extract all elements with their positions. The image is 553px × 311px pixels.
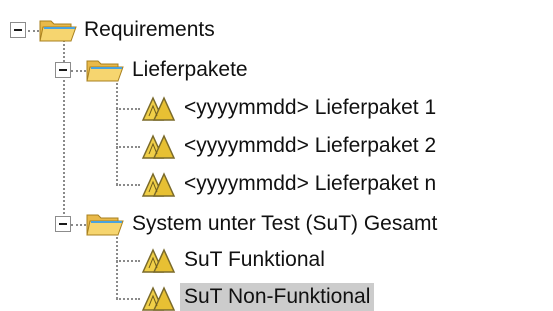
tree-connector: [116, 298, 140, 300]
tree-node-label: Lieferpakete: [132, 58, 248, 81]
requirement-triangle-icon: [140, 246, 178, 274]
tree-node-label-selected: SuT Non-Funktional: [180, 283, 375, 311]
tree-connector: [116, 108, 140, 110]
requirement-triangle-icon: [140, 94, 178, 122]
tree-node-label: <yyyymmdd> Lieferpaket 2: [184, 134, 437, 157]
tree-connector: [71, 224, 86, 226]
tree-node-label: <yyyymmdd> Lieferpaket n: [184, 172, 437, 195]
tree-connector: [71, 70, 86, 72]
open-folder-icon: [85, 210, 125, 238]
tree-connector: [116, 146, 140, 148]
open-folder-icon: [85, 56, 125, 84]
tree-node-label: <yyyymmdd> Lieferpaket 1: [184, 96, 437, 119]
tree-node-label: SuT Funktional: [184, 248, 325, 271]
tree-node-label: System unter Test (SuT) Gesamt: [132, 212, 438, 235]
requirements-tree: Requirements Lieferpakete <yyyymmdd> Lie…: [0, 0, 553, 311]
collapse-toggle-sut-gesamt[interactable]: [55, 216, 71, 232]
tree-connector: [116, 83, 118, 185]
tree-node-label: Requirements: [84, 18, 215, 41]
open-folder-icon: [38, 16, 78, 44]
collapse-toggle-lieferpakete[interactable]: [55, 62, 71, 78]
tree-connector: [116, 237, 118, 299]
requirement-triangle-icon: [140, 284, 178, 311]
requirement-triangle-icon: [140, 132, 178, 160]
collapse-toggle-requirements[interactable]: [10, 22, 26, 38]
tree-connector: [116, 184, 140, 186]
requirement-triangle-icon: [140, 170, 178, 198]
tree-connector: [116, 260, 140, 262]
